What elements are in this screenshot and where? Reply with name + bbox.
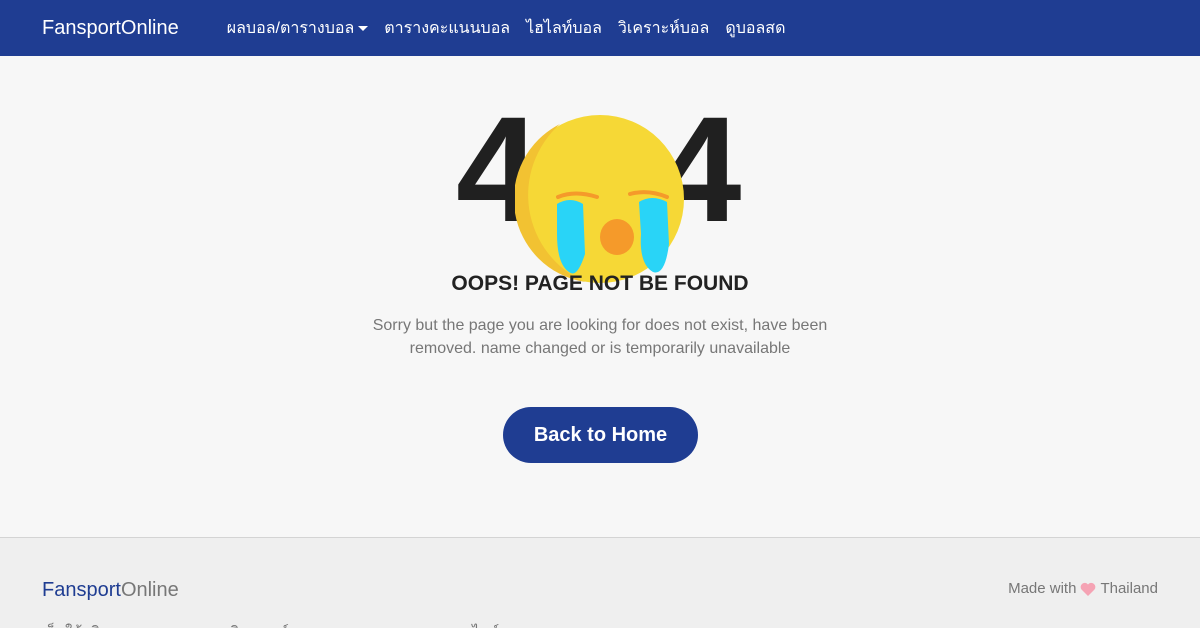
- back-to-home-button[interactable]: Back to Home: [503, 407, 698, 463]
- footer-brand[interactable]: FansportOnline: [42, 579, 179, 602]
- footer-description: เว็บให้บริการรายงาน ผลบอล วิเคราะห์บอล ร…: [42, 620, 499, 628]
- crying-face-icon: [515, 115, 684, 283]
- caret-down-icon: [358, 25, 369, 31]
- nav-item-analysis[interactable]: วิเคราะห์บอล: [610, 16, 717, 41]
- nav-item-results-dropdown[interactable]: ผลบอล/ตารางบอล: [219, 16, 377, 41]
- made-with-prefix: Made with: [1008, 580, 1077, 597]
- error-main: 4 4 OOPS! PAGE NOT BE FOUND Sorry but th…: [0, 56, 1200, 538]
- nav-item-highlights[interactable]: ไฮไลท์บอล: [518, 16, 610, 41]
- nav-item-label: ผลบอล/ตารางบอล: [226, 19, 355, 37]
- nav-item-live[interactable]: ดูบอลสด: [717, 16, 793, 41]
- nav-menu: ผลบอล/ตารางบอล ตารางคะแนนบอล ไฮไลท์บอล ว…: [219, 16, 794, 41]
- made-with-suffix: Thailand: [1100, 580, 1158, 597]
- nav-item-standings[interactable]: ตารางคะแนนบอล: [376, 16, 518, 41]
- footer-brand-part2: Online: [120, 579, 179, 601]
- page-footer: FansportOnline Made with Thailand เว็บให…: [0, 537, 1200, 628]
- top-navbar: FansportOnline ผลบอล/ตารางบอล ตารางคะแนน…: [0, 0, 1200, 56]
- error-description: Sorry but the page you are looking for d…: [372, 317, 828, 357]
- heart-icon: [1081, 582, 1096, 596]
- footer-brand-part1: Fansport: [42, 579, 121, 601]
- error-title: OOPS! PAGE NOT BE FOUND: [451, 272, 749, 295]
- error-code: 4 4: [0, 94, 1200, 283]
- brand-link[interactable]: FansportOnline: [42, 17, 179, 40]
- made-with-love: Made with Thailand: [1008, 580, 1158, 597]
